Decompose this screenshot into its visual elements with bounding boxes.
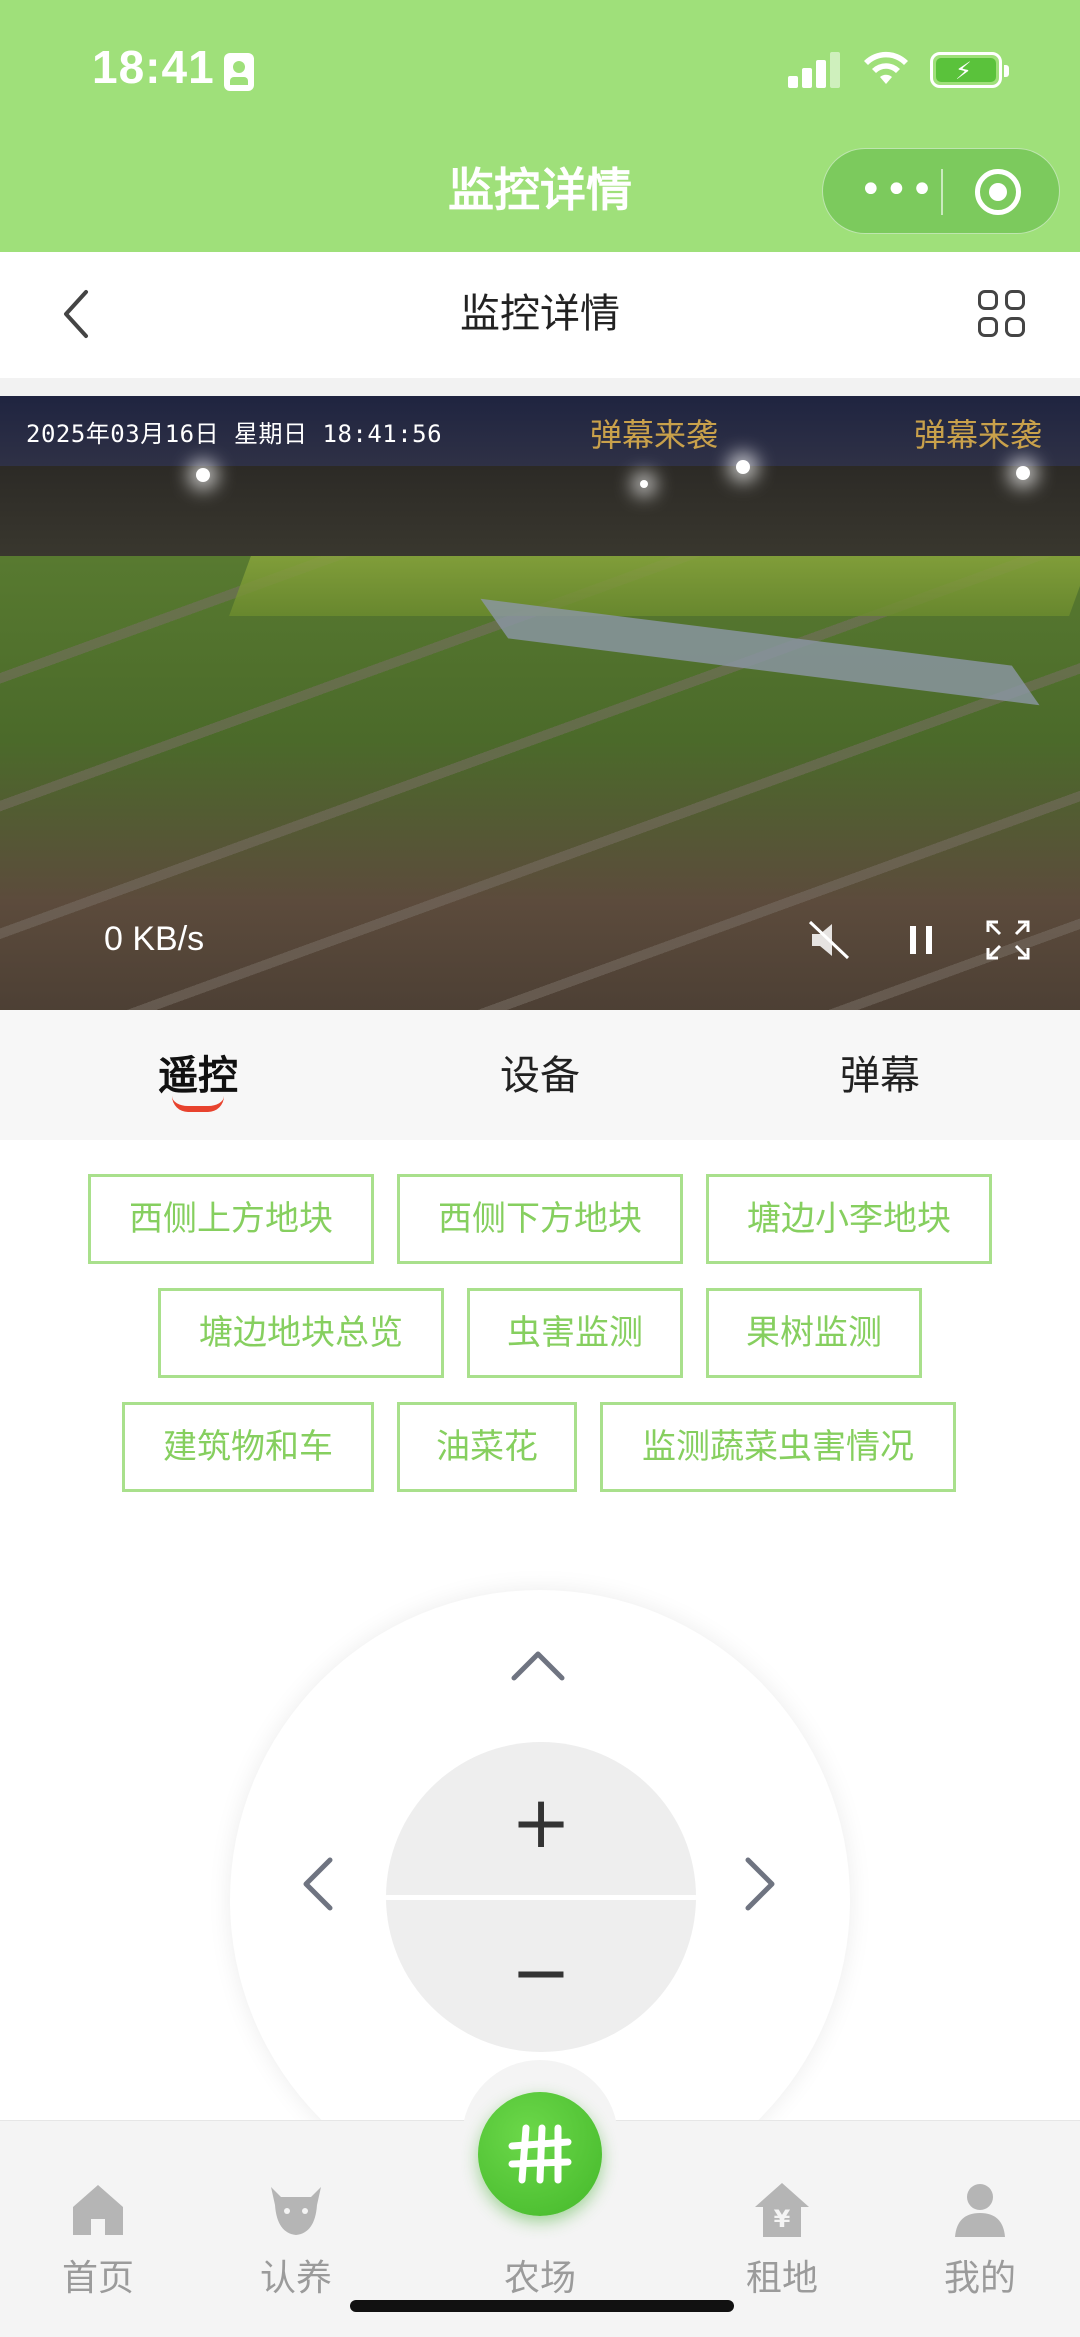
farm-center-button[interactable] bbox=[478, 2092, 602, 2216]
page-title: 监控详情 bbox=[460, 291, 620, 337]
tabbar-item-rent[interactable]: ¥ 租地 bbox=[712, 2179, 852, 2301]
network-speed: 0 KB/s bbox=[104, 920, 205, 958]
top-bar: 18:41 ⚡ 监控详情 ••• bbox=[0, 0, 1080, 252]
zoom-in-button[interactable]: + bbox=[386, 1782, 696, 1862]
preset-button[interactable]: 塘边小李地块 bbox=[706, 1174, 992, 1264]
street-lamp bbox=[196, 468, 210, 482]
chevron-right-icon[interactable] bbox=[740, 1854, 780, 1914]
battery-icon: ⚡ bbox=[930, 52, 1009, 88]
tabbar-item-home[interactable]: 首页 bbox=[28, 2179, 168, 2301]
wifi-icon bbox=[864, 51, 908, 84]
preset-button[interactable]: 监测蔬菜虫害情况 bbox=[600, 1402, 956, 1492]
tabbar-item-adopt[interactable]: 认养 bbox=[226, 2179, 366, 2301]
zoom-out-button[interactable]: − bbox=[386, 1932, 696, 2012]
id-card-icon bbox=[224, 53, 254, 91]
video-flower-rows bbox=[229, 556, 1080, 616]
tabbar-item-mine[interactable]: 我的 bbox=[910, 2179, 1050, 2301]
tabbar-label: 租地 bbox=[745, 2258, 818, 2299]
home-icon bbox=[73, 2185, 123, 2235]
fullscreen-icon[interactable] bbox=[984, 918, 1032, 962]
preset-button[interactable]: 塘边地块总览 bbox=[158, 1288, 444, 1378]
status-time: 18:41 bbox=[92, 41, 215, 93]
cow-icon bbox=[271, 2187, 321, 2235]
control-tabs: 遥控 设备 弹幕 bbox=[0, 1010, 1080, 1140]
preset-button[interactable]: 油菜花 bbox=[397, 1402, 577, 1492]
tab-danmu[interactable]: 弹幕 bbox=[780, 1048, 980, 1104]
street-lamp bbox=[1016, 466, 1030, 480]
chevron-left-icon[interactable] bbox=[298, 1854, 338, 1914]
danmu-text: 弹幕来袭 bbox=[590, 416, 719, 454]
preset-button[interactable]: 建筑物和车 bbox=[122, 1402, 374, 1492]
danmu-text: 弹幕来袭 bbox=[914, 416, 1043, 454]
home-indicator bbox=[350, 2300, 734, 2312]
cellular-signal-icon bbox=[788, 52, 840, 88]
tabbar-label: 认养 bbox=[259, 2258, 332, 2299]
preset-button[interactable]: 西侧上方地块 bbox=[88, 1174, 374, 1264]
preset-button[interactable]: 虫害监测 bbox=[467, 1288, 683, 1378]
svg-text:¥: ¥ bbox=[774, 2205, 791, 2233]
tabbar-label: 首页 bbox=[61, 2258, 134, 2299]
zoom-divider bbox=[386, 1895, 696, 1900]
more-dots-icon[interactable]: ••• bbox=[859, 167, 936, 213]
street-lamp bbox=[736, 460, 750, 474]
pause-icon[interactable] bbox=[898, 918, 946, 962]
street-lamp bbox=[640, 480, 648, 488]
preset-button[interactable]: 西侧下方地块 bbox=[397, 1174, 683, 1264]
user-icon bbox=[955, 2184, 1005, 2237]
zoom-control: + − bbox=[386, 1742, 696, 2052]
tab-device[interactable]: 设备 bbox=[440, 1048, 640, 1104]
target-circle-icon[interactable] bbox=[975, 169, 1021, 215]
tabbar-label: 农场 bbox=[503, 2258, 576, 2299]
tabbar-label: 我的 bbox=[943, 2258, 1016, 2299]
miniprogram-capsule: ••• bbox=[822, 148, 1060, 234]
page-header: 监控详情 bbox=[0, 252, 1080, 378]
capsule-divider bbox=[941, 169, 943, 215]
preset-button[interactable]: 果树监测 bbox=[706, 1288, 922, 1378]
chevron-up-icon[interactable] bbox=[508, 1646, 568, 1686]
grid-four-icon[interactable] bbox=[978, 290, 1028, 340]
active-tab-indicator bbox=[172, 1096, 224, 1112]
header-divider bbox=[0, 378, 1080, 396]
mute-icon[interactable] bbox=[806, 918, 854, 962]
video-timestamp: 2025年03月16日 星期日 18:41:56 bbox=[26, 420, 443, 448]
camera-video-player[interactable]: 2025年03月16日 星期日 18:41:56 弹幕来袭 弹幕来袭 0 KB/… bbox=[0, 396, 1080, 1010]
house-yen-icon: ¥ bbox=[755, 2183, 809, 2237]
farm-grid-icon bbox=[508, 2124, 572, 2184]
